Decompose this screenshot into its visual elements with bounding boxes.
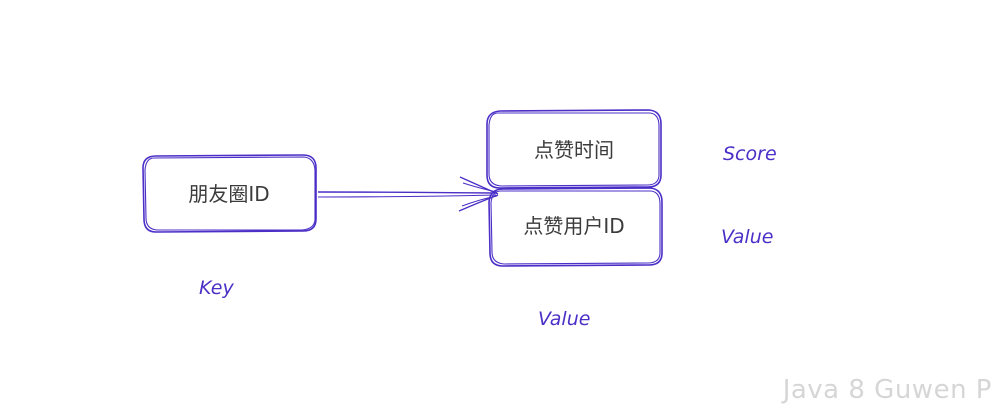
value-label: Value [538, 308, 590, 330]
zset-diagram: 朋友圈ID 点赞时间 点赞用户ID Key Score Value Value [142, 109, 777, 330]
score-label: Score [723, 143, 777, 165]
key-box: 朋友圈ID [142, 154, 317, 233]
value-box-label: 点赞用户ID [523, 214, 624, 238]
member-label: Value [721, 226, 773, 248]
relation-arrow [317, 176, 499, 212]
key-label: Key [199, 277, 234, 299]
value-box: 点赞用户ID [488, 187, 663, 267]
score-box: 点赞时间 [486, 109, 662, 189]
score-box-label: 点赞时间 [534, 138, 614, 162]
key-box-label: 朋友圈ID [188, 182, 269, 206]
watermark-text: Java 8 Guwen P [782, 375, 992, 405]
